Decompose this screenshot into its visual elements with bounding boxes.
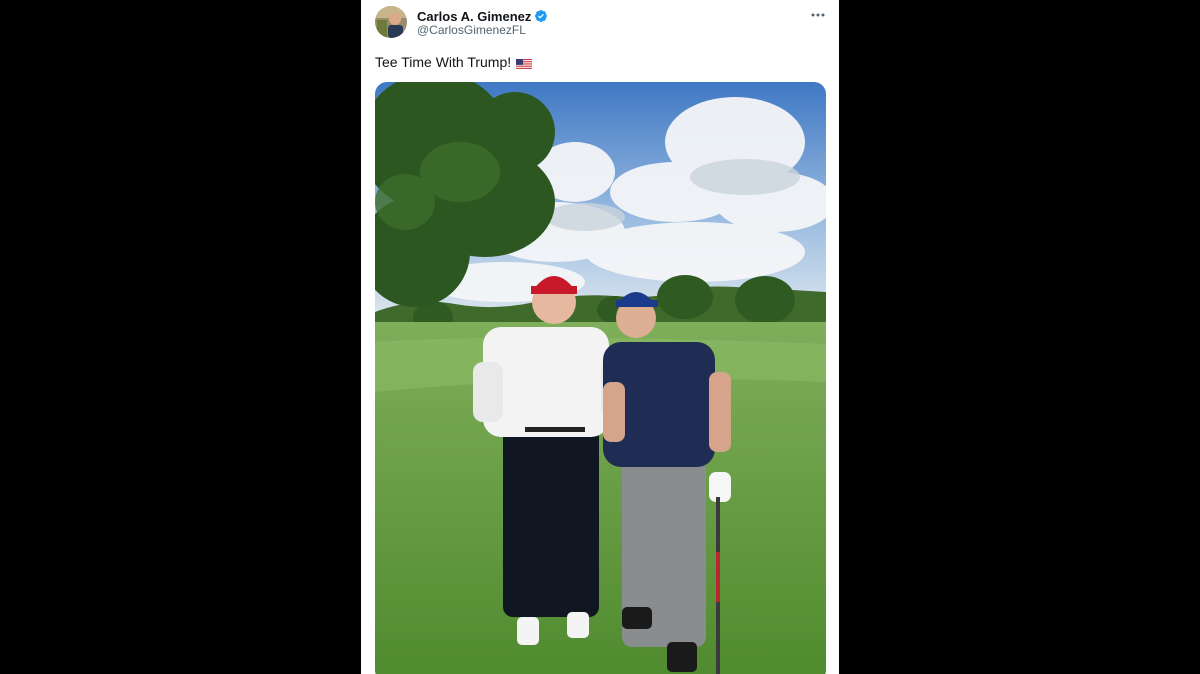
tweet-card[interactable]: Carlos A. Gimenez @CarlosGimenezFL Tee T…	[361, 0, 839, 674]
screen: Carlos A. Gimenez @CarlosGimenezFL Tee T…	[0, 0, 1200, 674]
us-flag-emoji-icon	[516, 57, 533, 70]
more-dots-icon[interactable]	[809, 6, 827, 24]
author-handle[interactable]: @CarlosGimenezFL	[417, 23, 526, 37]
tweet-photo[interactable]	[375, 82, 826, 674]
author-display-name[interactable]: Carlos A. Gimenez	[417, 9, 531, 24]
verified-badge-icon	[534, 9, 548, 23]
tweet-text: Tee Time With Trump!	[375, 54, 512, 70]
author-avatar[interactable]	[375, 6, 407, 38]
tweet-text-row: Tee Time With Trump!	[375, 54, 533, 70]
